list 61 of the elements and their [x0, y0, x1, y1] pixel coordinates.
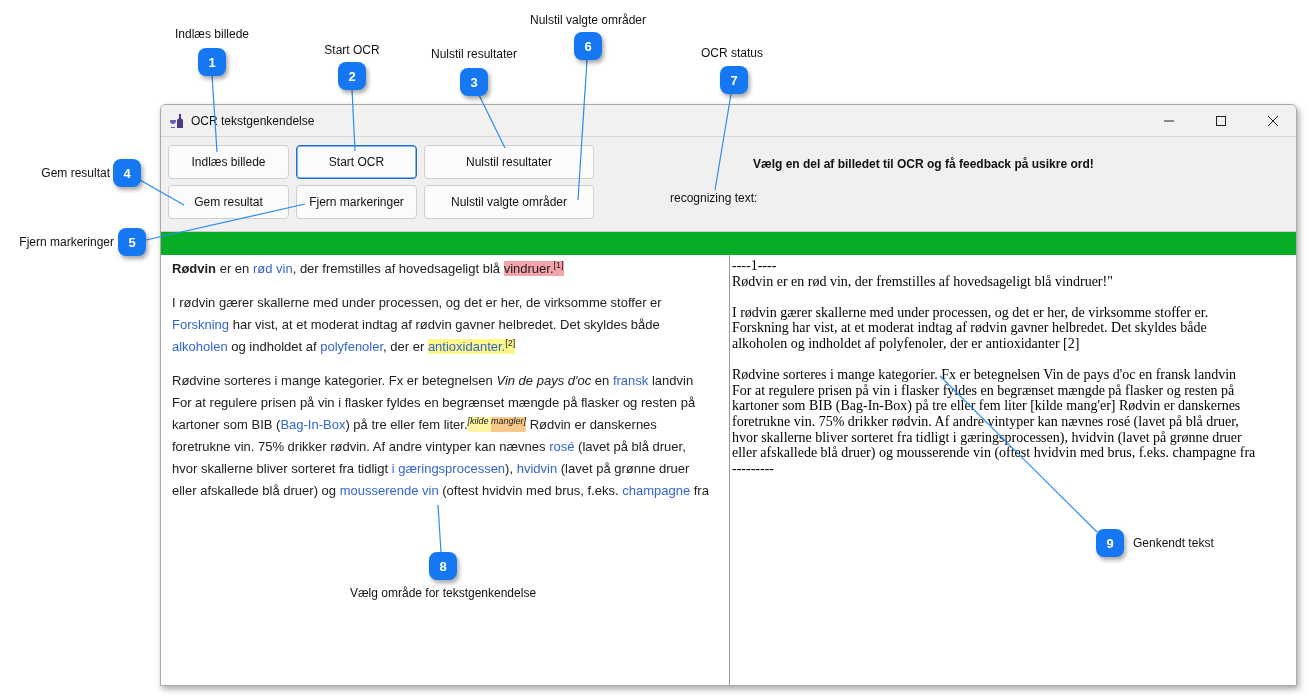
toolbar-button[interactable]: Nulstil resultater — [424, 145, 594, 179]
toolbar-button[interactable]: Gem resultat — [168, 185, 289, 219]
callout-label: Genkendt tekst — [1133, 536, 1214, 550]
callout-label: Fjern markeringer — [19, 235, 114, 249]
leader-line — [437, 504, 442, 553]
callout-badge: 3 — [460, 68, 488, 96]
text-link[interactable]: fransk — [612, 373, 649, 388]
instruction-text: Vælg en del af billedet til OCR og få feedback på usikre ord! — [753, 157, 1094, 171]
ocr-text-line: Rødvine sorteres i mange kategorier. Fx er betegnelsen Vin de pays d'oc en fransk landvin — [732, 367, 1238, 383]
toolbar-button[interactable]: Indlæs billede — [168, 145, 289, 179]
highlighted-text: [kilde — [467, 417, 492, 432]
ocr-text-line: foretrukne vin. 75% drikker rødvin. Af andre vintyper kan nævnes rosé (lavet på blå druer, — [732, 413, 1240, 430]
text-link[interactable]: Bag-In-Box — [280, 417, 346, 432]
text-link[interactable]: polyfenoler — [320, 339, 384, 354]
article-paragraph: I rødvin gærer skallerne med under processen, og det er her, de virksomme stoffer er Forskning har vist, at et moderat indtag af rødvin gavner helbredet. Det skyldes både alkoholen og indholdet af polyfenoler, der er antioxidanter.$^{[2]}$ — [172, 294, 663, 356]
ocr-text-line: ----1---- — [732, 258, 778, 274]
wine-bottle-icon — [169, 112, 185, 129]
toolbar-button[interactable]: Nulstil valgte områder — [424, 185, 594, 219]
ocr-text-line: I rødvin gærer skallerne med under processen, og det er her, de virksomme stoffer er. — [732, 304, 1210, 321]
ocr-text-line: alkoholen og indholdet af polyfenoler, der er antioxidanter [2] — [732, 335, 1081, 352]
text-link[interactable]: Forskning — [172, 317, 230, 332]
text-link[interactable]: i gæringsprocessen — [391, 461, 506, 476]
leader-line — [351, 88, 356, 152]
text-link[interactable]: mousserende vin — [339, 483, 439, 498]
callout-label: Indlæs billede — [175, 27, 249, 41]
ocr-text-line: Forskning har vist, at et moderat indtag af rødvin gavner helbredet. Det skyldes både — [732, 320, 1208, 336]
callout-badge: 5 — [118, 228, 146, 256]
text-link[interactable]: rød vin — [252, 261, 293, 276]
text-link[interactable]: champagne — [622, 483, 691, 498]
callout-label: Vælg område for tekstgenkendelse — [349, 586, 537, 600]
callout-badge: 6 — [574, 32, 602, 60]
text-link[interactable]: alkoholen — [172, 339, 228, 354]
highlighted-text: vindruer. — [503, 261, 554, 276]
window-title: OCR tekstgenkendelse — [191, 113, 316, 128]
maximize-icon — [1215, 114, 1227, 127]
ocr-text-line: Rødvin er en rød vin, der fremstilles af hovedsageligt blå vindruer!" — [732, 273, 1114, 290]
callout-badge: 9 — [1096, 529, 1124, 557]
article-paragraph: Rødvin er en rød vin, der fremstilles af hovedsageligt blå vindruer.$^{[1]}$ — [172, 259, 565, 278]
callout-badge: 1 — [198, 48, 226, 76]
toolbar-button[interactable]: Fjern markeringer — [296, 185, 417, 219]
leader-line — [478, 94, 506, 149]
callout-label: Nulstil resultater — [431, 47, 517, 61]
callout-label: Start OCR — [324, 43, 380, 57]
text-link[interactable]: rosé — [549, 439, 575, 454]
callout-badge: 8 — [429, 552, 457, 580]
callout-label: Gem resultat — [41, 166, 110, 180]
close-icon — [1267, 114, 1279, 127]
highlighted-text: [2] — [505, 339, 516, 354]
text-link[interactable]: hvidvin — [516, 461, 558, 476]
toolbar-button[interactable]: Start OCR — [296, 145, 417, 179]
ocr-text-line: --------- — [732, 460, 775, 477]
callout-label: Nulstil valgte områder — [530, 13, 646, 27]
callout-label: OCR status — [701, 46, 763, 60]
highlighted-text: mangler] — [491, 417, 527, 432]
text-link[interactable]: antioxidanter. — [427, 339, 506, 354]
callout-badge: 2 — [338, 62, 366, 90]
article-paragraph: Rødvine sorteres i mange kategorier. Fx er betegnelsen Vin de pays d'oc en fransk landvin For at regulere prisen på vin i flasker fyldes en begrænset mængde på flasker og resten på kartoner som BIB (Bag-In-Box) på tre eller fem liter.$^{[kilde}$ $^{mangler]}$ Rødvin er danskernes foretrukne vin. 75% drikker rødvin. Af andre vintyper kan nævnes rosé (lavet på blå druer, hvor skallerne bliver sorteret fra tidligt i gæringsprocessen), hvidvin (lavet på grønne druer eller afskallede blå druer) og mousserende vin (oftest hvidvin med brus, f.eks. champagne fra — [172, 372, 710, 500]
highlighted-text: [1] — [553, 261, 564, 276]
callout-badge: 7 — [720, 66, 748, 94]
callout-badge: 4 — [113, 159, 141, 187]
status-text: recognizing text: — [670, 191, 759, 205]
